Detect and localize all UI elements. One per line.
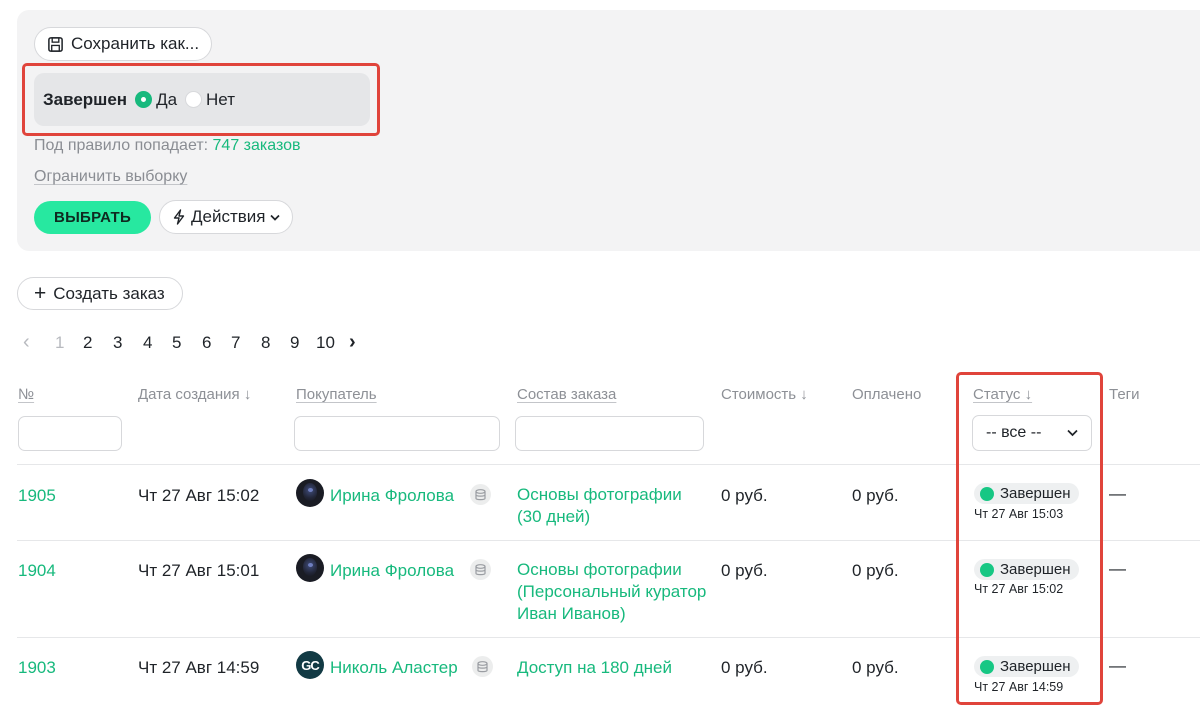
col-tags: Теги: [1109, 386, 1140, 403]
page-9[interactable]: 9: [290, 333, 299, 353]
radio-no-label: Нет: [206, 89, 235, 109]
order-cost: 0 руб.: [721, 486, 768, 505]
status-badge: Завершен: [974, 656, 1079, 677]
prev-page-icon[interactable]: ‹: [23, 331, 30, 354]
order-items-link[interactable]: Основы фотографии (Персональный куратор …: [517, 559, 707, 625]
row-divider: [17, 637, 1200, 638]
buyer-link[interactable]: Ирина Фролова: [330, 486, 454, 506]
radio-checked-icon: [135, 91, 153, 108]
page-8[interactable]: 8: [261, 333, 270, 353]
save-icon: [48, 36, 63, 52]
page-2[interactable]: 2: [83, 333, 92, 353]
order-id-link[interactable]: 1903: [18, 658, 56, 678]
col-status[interactable]: Статус ↓: [973, 386, 1032, 403]
col-order-items[interactable]: Состав заказа: [517, 386, 616, 403]
order-paid: 0 руб.: [852, 561, 899, 580]
order-date: Чт 27 Авг 15:02: [138, 486, 260, 505]
radio-no[interactable]: Нет: [185, 90, 235, 110]
page-4[interactable]: 4: [143, 333, 152, 353]
row-divider: [17, 464, 1200, 465]
avatar: [296, 554, 324, 582]
database-icon[interactable]: [472, 656, 493, 677]
order-paid: 0 руб.: [852, 486, 899, 505]
rule-completed: Завершен Да Нет: [34, 73, 370, 126]
col-created-date[interactable]: Дата создания ↓: [138, 386, 251, 403]
status-label: Завершен: [1000, 658, 1071, 675]
avatar: GC: [296, 651, 324, 679]
page-7[interactable]: 7: [231, 333, 240, 353]
col-buyer[interactable]: Покупатель: [296, 386, 377, 403]
page-6[interactable]: 6: [202, 333, 211, 353]
status-dot-icon: [980, 486, 994, 501]
next-page-icon[interactable]: ›: [349, 331, 356, 354]
actions-button[interactable]: Действия: [159, 200, 294, 234]
database-icon[interactable]: [470, 559, 491, 580]
col-number[interactable]: №: [18, 386, 34, 403]
page-10[interactable]: 10: [316, 333, 335, 353]
radio-unchecked-icon: [185, 91, 203, 108]
order-id-link[interactable]: 1905: [18, 486, 56, 506]
order-items-link[interactable]: Доступ на 180 дней: [517, 658, 672, 678]
order-date: Чт 27 Авг 14:59: [138, 658, 260, 677]
order-id-link[interactable]: 1904: [18, 561, 56, 581]
order-date: Чт 27 Авг 15:01: [138, 561, 260, 580]
order-cost: 0 руб.: [721, 561, 768, 580]
status-dot-icon: [980, 562, 994, 577]
radio-yes[interactable]: Да: [135, 90, 177, 110]
buyer-link[interactable]: Николь Аластер: [330, 658, 458, 678]
order-paid: 0 руб.: [852, 658, 899, 677]
save-as-label: Сохранить как...: [71, 34, 200, 53]
avatar: [296, 479, 324, 507]
lightning-icon: [173, 209, 185, 225]
select-button[interactable]: ВЫБРАТЬ: [34, 201, 151, 234]
col-cost[interactable]: Стоимость ↓: [721, 386, 808, 403]
rule-summary-prefix: Под правило попадает:: [34, 137, 213, 154]
tags-value: —: [1109, 656, 1126, 675]
create-order-label: Создать заказ: [53, 283, 165, 303]
row-divider: [17, 540, 1200, 541]
tags-value: —: [1109, 559, 1126, 578]
status-date: Чт 27 Авг 15:02: [974, 582, 1064, 596]
rule-summary: Под правило попадает: 747 заказов: [34, 137, 301, 155]
buyer-link[interactable]: Ирина Фролова: [330, 561, 454, 581]
rule-summary-count[interactable]: 747 заказов: [213, 137, 301, 154]
status-badge: Завершен: [974, 483, 1079, 504]
status-filter-select[interactable]: -- все --: [972, 415, 1092, 451]
page-1[interactable]: 1: [55, 333, 64, 353]
col-paid: Оплачено: [852, 386, 922, 403]
order-items-link[interactable]: Основы фотографии (30 дней): [517, 484, 707, 528]
chevron-down-icon: [270, 214, 281, 221]
plus-icon: +: [34, 282, 47, 305]
chevron-down-icon: [1067, 429, 1078, 437]
create-order-button[interactable]: + Создать заказ: [17, 277, 183, 310]
actions-label: Действия: [191, 207, 266, 226]
radio-yes-label: Да: [156, 89, 178, 109]
rule-label: Завершен: [43, 89, 128, 109]
order-cost: 0 руб.: [721, 658, 768, 677]
filter-number-input[interactable]: [18, 416, 122, 451]
page-3[interactable]: 3: [113, 333, 122, 353]
page-5[interactable]: 5: [172, 333, 181, 353]
database-icon[interactable]: [470, 484, 491, 505]
status-dot-icon: [980, 659, 994, 674]
filter-items-input[interactable]: [515, 416, 704, 451]
save-as-button[interactable]: Сохранить как...: [34, 27, 213, 61]
limit-selection-link[interactable]: Ограничить выборку: [34, 168, 187, 186]
status-label: Завершен: [1000, 561, 1071, 578]
status-date: Чт 27 Авг 15:03: [974, 507, 1064, 521]
status-badge: Завершен: [974, 559, 1079, 580]
status-label: Завершен: [1000, 485, 1071, 502]
status-filter-value: -- все --: [986, 424, 1042, 441]
tags-value: —: [1109, 484, 1126, 503]
status-date: Чт 27 Авг 14:59: [974, 680, 1064, 694]
filter-buyer-input[interactable]: [294, 416, 500, 451]
